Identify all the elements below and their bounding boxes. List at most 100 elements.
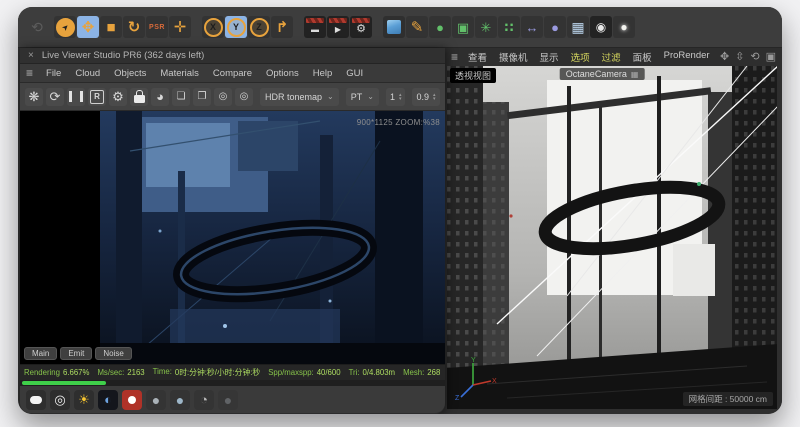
menu-item[interactable]: Materials	[153, 68, 206, 79]
camera-object-icon[interactable]: ◉	[590, 16, 612, 38]
array-cubes-icon[interactable]: ∷	[498, 16, 520, 38]
live-viewer-window: × Live Viewer Studio PR6 (362 days left)…	[20, 48, 445, 414]
render-picture-viewer-icon[interactable]: ▶	[327, 16, 349, 38]
viewport-dolly-icon[interactable]: ⇳	[735, 52, 744, 63]
focus-pick-icon[interactable]: ◎	[214, 88, 232, 106]
subsample-stepper[interactable]: 1 ▴▾	[386, 88, 406, 106]
menu-item[interactable]: Help	[306, 68, 340, 79]
render-canvas[interactable]: 900*1125 ZOOM:%38 Main Emit Noise	[20, 111, 445, 364]
kernel-dropdown[interactable]: PT ⌄	[346, 88, 379, 106]
camera-name: OctaneCamera	[566, 69, 627, 79]
measure-tool-icon[interactable]: ↔	[521, 16, 543, 38]
reset-render-icon[interactable]: R	[88, 88, 106, 106]
settings-gear-icon[interactable]: ⚙	[109, 88, 127, 106]
gamma-stepper[interactable]: 0.9 ▴▾	[412, 88, 439, 106]
octane-logo-icon[interactable]: ❋	[25, 88, 43, 106]
render-progress-bar	[22, 381, 106, 385]
menu-item[interactable]: 摄像机	[493, 50, 534, 64]
render-progress-track	[20, 380, 445, 386]
viewport-rotate-icon[interactable]: ⟲	[750, 52, 759, 63]
menu-item[interactable]: 显示	[534, 50, 565, 64]
live-viewer-toolbar-icons: ❋ ⟳ R	[25, 88, 253, 106]
menu-item[interactable]: Objects	[107, 68, 153, 79]
region-render-icon[interactable]: ❏	[172, 88, 190, 106]
sphere-plain-icon[interactable]: ●	[146, 390, 166, 410]
move-tool-icon[interactable]: ✥	[77, 16, 99, 38]
psr-tool-icon[interactable]: PSR	[146, 16, 168, 38]
main-toolbar: ⟲ ➤ ✥ ■ ↻ PSR	[18, 7, 782, 48]
x-axis-icon[interactable]: X	[202, 16, 224, 38]
sphere-shaded-icon[interactable]: ●	[170, 390, 190, 410]
menu-item[interactable]: 查看	[462, 50, 493, 64]
cube-primitive-icon[interactable]	[383, 16, 405, 38]
viewport-canvas[interactable]: 透视视图 OctaneCamera ▦ Y X Z 网格间距 : 50000 c…	[447, 66, 777, 409]
viewport-pan-icon[interactable]: ✥	[720, 52, 729, 63]
rotate-tool-icon[interactable]: ↻	[123, 16, 145, 38]
viewport-menubar: ≡ 查看 摄像机 显示 选项 过滤 面板	[445, 48, 782, 66]
stepper-arrows-icon[interactable]: ▴▾	[433, 93, 436, 101]
render-status-bar: Rendering 6.667% Ms/sec: 2163 Time: 0时:分…	[20, 364, 445, 380]
pass-button[interactable]: Main	[24, 347, 57, 360]
light-object-icon[interactable]: ●	[613, 16, 635, 38]
hamburger-icon[interactable]: ≡	[26, 67, 33, 79]
pause-render-icon[interactable]	[67, 88, 85, 106]
tonemap-dropdown[interactable]: HDR tonemap ⌄	[260, 88, 339, 106]
render-view-icon[interactable]: ▬	[304, 16, 326, 38]
render-image	[20, 111, 445, 364]
lock-resolution-icon[interactable]	[130, 88, 148, 106]
pass-button[interactable]: Noise	[95, 347, 131, 360]
contrast-icon[interactable]: ◐	[98, 390, 118, 410]
menu-item[interactable]: File	[39, 68, 68, 79]
film-pill-icon[interactable]	[26, 390, 46, 410]
sun-icon[interactable]: ☀	[74, 390, 94, 410]
menu-item[interactable]: 面板	[627, 50, 658, 64]
menu-item[interactable]: GUI	[339, 68, 370, 79]
scale-tool-icon[interactable]: ■	[100, 16, 122, 38]
spiral-target-icon[interactable]: ◎	[50, 390, 70, 410]
z-axis-icon[interactable]: Z	[248, 16, 270, 38]
material-pick-icon[interactable]: ◎	[235, 88, 253, 106]
viewport-camera-label[interactable]: OctaneCamera ▦	[560, 68, 645, 80]
axis-plus-icon[interactable]: ✛	[169, 16, 191, 38]
pass-button[interactable]: Emit	[60, 347, 92, 360]
coord-system-icon[interactable]: ↱	[271, 16, 293, 38]
live-viewer-bottom-toolbar: ◎ ☀ ◐ ●	[20, 386, 445, 413]
sphere-dim-icon[interactable]: ●	[218, 390, 238, 410]
viewport-maximize-icon[interactable]: ▣	[766, 52, 776, 63]
make-editable-icon[interactable]: ▣	[452, 16, 474, 38]
status-item: Time: 0时:分钟:秒/小时:分钟:秒	[153, 367, 261, 378]
viewport-nav-icons: ✥ ⇳ ⟲ ▣	[720, 52, 776, 63]
status-item: Ms/sec: 2163	[97, 368, 144, 377]
viewport-menu: 查看 摄像机 显示 选项 过滤 面板 ProRender	[462, 50, 716, 64]
select-tool-icon[interactable]: ➤	[54, 16, 76, 38]
undo-dimmed-icon[interactable]: ⟲	[26, 16, 48, 38]
floor-object-icon[interactable]: ▦	[567, 16, 589, 38]
menu-item[interactable]: ProRender	[658, 50, 716, 64]
menu-item[interactable]: 过滤	[596, 50, 627, 64]
generator-object-icon[interactable]: ✳	[475, 16, 497, 38]
sphere-checker-icon[interactable]: ◔	[194, 390, 214, 410]
chevron-down-icon: ⌄	[327, 92, 334, 101]
live-viewer-titlebar[interactable]: × Live Viewer Studio PR6 (362 days left)	[20, 48, 445, 64]
y-axis-icon[interactable]: Y	[225, 16, 247, 38]
close-icon[interactable]: ×	[28, 51, 34, 61]
nurbs-sphere-icon[interactable]: ●	[544, 16, 566, 38]
menu-item[interactable]: 选项	[565, 50, 596, 64]
subdivision-surface-icon[interactable]: ●	[429, 16, 451, 38]
hamburger-icon[interactable]: ≡	[451, 51, 458, 63]
viewport-view-label[interactable]: 透视视图	[450, 68, 496, 83]
picture-region-icon[interactable]: ❐	[193, 88, 211, 106]
stepper-arrows-icon[interactable]: ▴▾	[399, 93, 402, 101]
shade-ball-icon[interactable]: ◕	[151, 88, 169, 106]
record-camera-icon[interactable]	[122, 390, 142, 410]
live-viewer-title: Live Viewer Studio PR6 (362 days left)	[42, 50, 204, 61]
menu-item[interactable]: Cloud	[68, 68, 107, 79]
status-item: Rendering 6.667%	[24, 368, 89, 377]
render-settings-icon[interactable]: ⚙	[350, 16, 372, 38]
menu-item[interactable]: Compare	[206, 68, 259, 79]
menu-item[interactable]: Options	[259, 68, 306, 79]
restart-render-icon[interactable]: ⟳	[46, 88, 64, 106]
grid-spacing-label: 网格间距 : 50000 cm	[683, 392, 773, 406]
pen-spline-icon[interactable]: ✎	[406, 16, 428, 38]
tonemap-value: HDR tonemap	[265, 92, 322, 102]
